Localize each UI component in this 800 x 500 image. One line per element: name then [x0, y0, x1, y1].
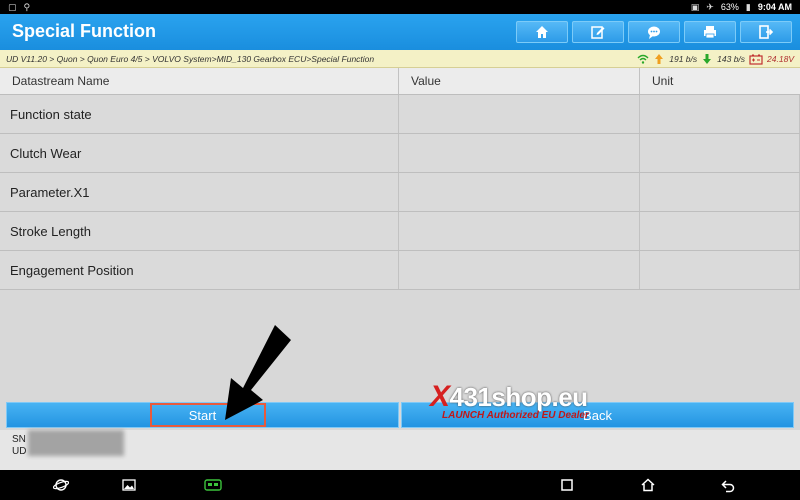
- status-bar: ▢ ⚲ ▣ ✈ 63% ▮ 9:04 AM: [0, 0, 800, 14]
- row-name: Function state: [0, 95, 399, 133]
- download-arrow-icon: [703, 53, 712, 64]
- row-name: Engagement Position: [0, 251, 399, 289]
- row-value: [399, 173, 640, 211]
- voltage-readout: 24.18V: [767, 53, 794, 64]
- back-button[interactable]: Back: [401, 402, 794, 428]
- table-header: Datastream Name Value Unit: [0, 68, 800, 95]
- row-unit: [640, 173, 800, 211]
- row-unit: [640, 95, 800, 133]
- column-header-unit: Unit: [652, 74, 674, 88]
- download-rate: 143 b/s: [717, 53, 746, 64]
- row-name: Stroke Length: [0, 212, 399, 250]
- redacted-info: [28, 430, 124, 456]
- breadcrumb-bar: UD V11.20 > Quon > Quon Euro 4/5 > VOLVO…: [0, 50, 800, 68]
- usb-icon: ⚲: [23, 1, 31, 12]
- back-nav-icon: [721, 480, 735, 493]
- exit-button[interactable]: [740, 21, 792, 43]
- notification-icon: ▢: [8, 1, 17, 12]
- header: Special Function: [0, 14, 800, 50]
- clock: 9:04 AM: [757, 2, 792, 12]
- breadcrumb: UD V11.20 > Quon > Quon Euro 4/5 > VOLVO…: [6, 53, 375, 64]
- gallery-button[interactable]: [121, 477, 137, 493]
- print-icon: [704, 26, 716, 39]
- image-icon: [122, 479, 136, 491]
- back-nav-button[interactable]: [720, 477, 736, 493]
- table-row[interactable]: Parameter.X1: [0, 173, 800, 212]
- row-name: Clutch Wear: [0, 134, 399, 172]
- column-header-value: Value: [399, 68, 640, 94]
- sn-label: SN: [12, 434, 26, 445]
- upload-arrow-icon: [655, 53, 664, 64]
- ud-label: UD: [12, 446, 27, 457]
- wifi-icon: [637, 54, 649, 64]
- home-nav-icon: [641, 478, 655, 492]
- chat-button[interactable]: [628, 21, 680, 43]
- home-nav-button[interactable]: [640, 477, 656, 493]
- row-value: [399, 95, 640, 133]
- table-row[interactable]: Clutch Wear: [0, 134, 800, 173]
- airplane-icon: ✈: [706, 1, 714, 12]
- table-row[interactable]: Function state: [0, 95, 800, 134]
- connection-meters: 191 b/s 143 b/s 24.18V: [637, 53, 794, 65]
- battery-icon: ▮: [745, 1, 751, 12]
- datastream-table: Datastream Name Value Unit Function stat…: [0, 68, 800, 400]
- row-unit: [640, 134, 800, 172]
- page-title: Special Function: [12, 21, 157, 41]
- row-value: [399, 212, 640, 250]
- vci-button[interactable]: [203, 477, 223, 493]
- battery-level: 63%: [720, 2, 739, 12]
- row-unit: [640, 212, 800, 250]
- recents-icon: [561, 479, 573, 491]
- cast-icon: ▣: [690, 1, 700, 12]
- vci-icon: [204, 479, 222, 491]
- row-value: [399, 251, 640, 289]
- chat-icon: [648, 26, 660, 39]
- toolbar: [516, 21, 792, 43]
- table-row[interactable]: Engagement Position: [0, 251, 800, 290]
- column-header-name: Datastream Name: [0, 68, 399, 94]
- annotation-arrow: [225, 325, 291, 420]
- exit-icon: [759, 25, 774, 39]
- recents-button[interactable]: [559, 477, 575, 493]
- battery-voltage-icon: [749, 54, 763, 65]
- row-value: [399, 134, 640, 172]
- upload-rate: 191 b/s: [669, 53, 698, 64]
- home-icon: [536, 26, 548, 38]
- row-unit: [640, 251, 800, 289]
- edit-button[interactable]: [572, 21, 624, 43]
- action-bar: Start Back: [0, 400, 800, 430]
- planet-icon: [53, 479, 69, 491]
- table-row[interactable]: Stroke Length: [0, 212, 800, 251]
- device-info: SN UD: [0, 430, 800, 470]
- android-nav-bar: [0, 470, 800, 500]
- print-button[interactable]: [684, 21, 736, 43]
- home-button[interactable]: [516, 21, 568, 43]
- edit-icon: [591, 26, 605, 39]
- row-name: Parameter.X1: [0, 173, 399, 211]
- browser-button[interactable]: [53, 477, 69, 493]
